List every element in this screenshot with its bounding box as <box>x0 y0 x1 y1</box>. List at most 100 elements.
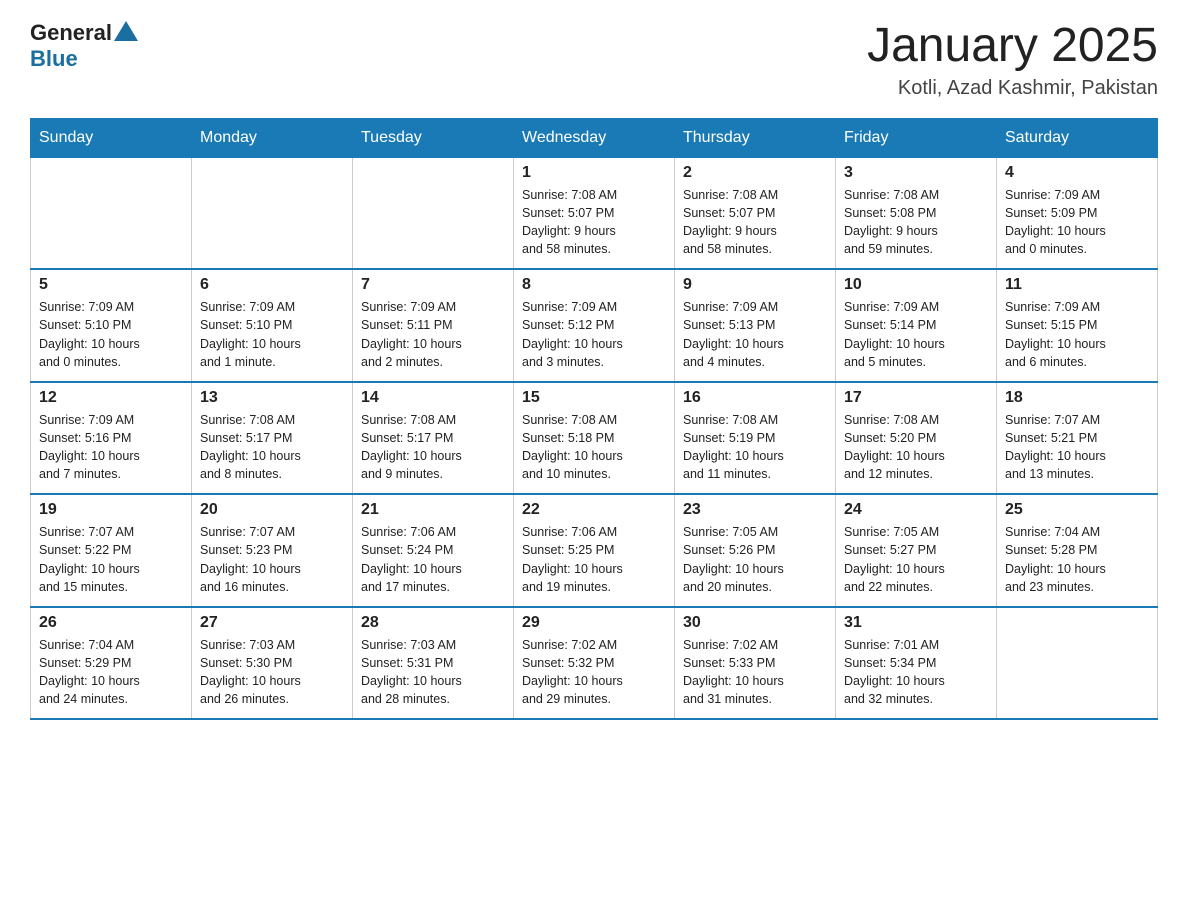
day-info: Sunrise: 7:09 AM Sunset: 5:13 PM Dayligh… <box>683 298 827 371</box>
calendar-cell: 12 Sunrise: 7:09 AM Sunset: 5:16 PM Dayli… <box>31 382 192 495</box>
logo-general-text: General <box>30 20 112 46</box>
weekday-header-row: SundayMondayTuesdayWednesdayThursdayFrid… <box>31 118 1158 157</box>
calendar-cell: 11 Sunrise: 7:09 AM Sunset: 5:15 PM Dayli… <box>997 269 1158 382</box>
calendar-cell <box>31 157 192 269</box>
day-info: Sunrise: 7:09 AM Sunset: 5:10 PM Dayligh… <box>200 298 344 371</box>
day-number: 28 <box>361 614 505 632</box>
day-info: Sunrise: 7:08 AM Sunset: 5:07 PM Dayligh… <box>522 186 666 259</box>
weekday-header-tuesday: Tuesday <box>353 118 514 157</box>
calendar-cell: 29Sunrise: 7:02 AM Sunset: 5:32 PM Dayli… <box>514 607 675 720</box>
calendar-cell <box>997 607 1158 720</box>
day-number: 21 <box>361 501 505 519</box>
day-number: 31 <box>844 614 988 632</box>
day-number: 29 <box>522 614 666 632</box>
day-info: Sunrise: 7:06 AM Sunset: 5:24 PM Dayligh… <box>361 523 505 596</box>
weekday-header-sunday: Sunday <box>31 118 192 157</box>
calendar-cell: 20 Sunrise: 7:07 AM Sunset: 5:23 PM Dayli… <box>192 494 353 607</box>
page-header: General Blue January 2025 Kotli, Azad Ka… <box>30 20 1158 100</box>
day-info: Sunrise: 7:07 AM Sunset: 5:23 PM Dayligh… <box>200 523 344 596</box>
day-number: 2 <box>683 164 827 182</box>
calendar-cell: 7 Sunrise: 7:09 AM Sunset: 5:11 PM Daylig… <box>353 269 514 382</box>
day-info: Sunrise: 7:08 AM Sunset: 5:20 PM Dayligh… <box>844 411 988 484</box>
calendar-cell: 2 Sunrise: 7:08 AM Sunset: 5:07 PM Daylig… <box>675 157 836 269</box>
day-number: 27 <box>200 614 344 632</box>
day-number: 7 <box>361 276 505 294</box>
day-info: Sunrise: 7:05 AM Sunset: 5:27 PM Dayligh… <box>844 523 988 596</box>
day-number: 18 <box>1005 389 1149 407</box>
day-info: Sunrise: 7:08 AM Sunset: 5:07 PM Dayligh… <box>683 186 827 259</box>
day-info: Sunrise: 7:01 AM Sunset: 5:34 PM Dayligh… <box>844 636 988 709</box>
day-info: Sunrise: 7:07 AM Sunset: 5:22 PM Dayligh… <box>39 523 183 596</box>
day-number: 12 <box>39 389 183 407</box>
day-number: 24 <box>844 501 988 519</box>
weekday-header-thursday: Thursday <box>675 118 836 157</box>
calendar-cell: 6 Sunrise: 7:09 AM Sunset: 5:10 PM Daylig… <box>192 269 353 382</box>
calendar-cell: 1 Sunrise: 7:08 AM Sunset: 5:07 PM Daylig… <box>514 157 675 269</box>
calendar-cell: 19Sunrise: 7:07 AM Sunset: 5:22 PM Dayli… <box>31 494 192 607</box>
week-row-5: 26 Sunrise: 7:04 AM Sunset: 5:29 PM Dayli… <box>31 607 1158 720</box>
day-number: 5 <box>39 276 183 294</box>
calendar-cell: 25 Sunrise: 7:04 AM Sunset: 5:28 PM Dayli… <box>997 494 1158 607</box>
day-info: Sunrise: 7:03 AM Sunset: 5:30 PM Dayligh… <box>200 636 344 709</box>
page-title: January 2025 <box>867 20 1158 73</box>
calendar-cell <box>192 157 353 269</box>
logo-blue-text: Blue <box>30 46 78 72</box>
calendar-cell: 30Sunrise: 7:02 AM Sunset: 5:33 PM Dayli… <box>675 607 836 720</box>
logo-triangle-icon <box>114 21 138 41</box>
day-number: 14 <box>361 389 505 407</box>
day-info: Sunrise: 7:09 AM Sunset: 5:16 PM Dayligh… <box>39 411 183 484</box>
calendar-cell: 15 Sunrise: 7:08 AM Sunset: 5:18 PM Dayli… <box>514 382 675 495</box>
day-info: Sunrise: 7:09 AM Sunset: 5:09 PM Dayligh… <box>1005 186 1149 259</box>
calendar-cell: 9 Sunrise: 7:09 AM Sunset: 5:13 PM Daylig… <box>675 269 836 382</box>
day-number: 25 <box>1005 501 1149 519</box>
day-number: 10 <box>844 276 988 294</box>
calendar-cell: 21 Sunrise: 7:06 AM Sunset: 5:24 PM Dayli… <box>353 494 514 607</box>
day-number: 3 <box>844 164 988 182</box>
calendar-cell: 3Sunrise: 7:08 AM Sunset: 5:08 PM Daylig… <box>836 157 997 269</box>
day-number: 1 <box>522 164 666 182</box>
calendar-cell: 18 Sunrise: 7:07 AM Sunset: 5:21 PM Dayli… <box>997 382 1158 495</box>
calendar-cell: 13Sunrise: 7:08 AM Sunset: 5:17 PM Dayli… <box>192 382 353 495</box>
page-subtitle: Kotli, Azad Kashmir, Pakistan <box>867 77 1158 100</box>
day-info: Sunrise: 7:04 AM Sunset: 5:28 PM Dayligh… <box>1005 523 1149 596</box>
calendar-cell: 5Sunrise: 7:09 AM Sunset: 5:10 PM Daylig… <box>31 269 192 382</box>
week-row-3: 12 Sunrise: 7:09 AM Sunset: 5:16 PM Dayli… <box>31 382 1158 495</box>
title-block: January 2025 Kotli, Azad Kashmir, Pakist… <box>867 20 1158 100</box>
calendar-cell <box>353 157 514 269</box>
day-info: Sunrise: 7:09 AM Sunset: 5:15 PM Dayligh… <box>1005 298 1149 371</box>
day-number: 6 <box>200 276 344 294</box>
day-number: 20 <box>200 501 344 519</box>
calendar-cell: 31 Sunrise: 7:01 AM Sunset: 5:34 PM Dayli… <box>836 607 997 720</box>
day-info: Sunrise: 7:05 AM Sunset: 5:26 PM Dayligh… <box>683 523 827 596</box>
day-info: Sunrise: 7:08 AM Sunset: 5:17 PM Dayligh… <box>361 411 505 484</box>
calendar-cell: 4 Sunrise: 7:09 AM Sunset: 5:09 PM Daylig… <box>997 157 1158 269</box>
week-row-1: 1 Sunrise: 7:08 AM Sunset: 5:07 PM Daylig… <box>31 157 1158 269</box>
weekday-header-saturday: Saturday <box>997 118 1158 157</box>
day-info: Sunrise: 7:08 AM Sunset: 5:18 PM Dayligh… <box>522 411 666 484</box>
day-number: 13 <box>200 389 344 407</box>
day-number: 17 <box>844 389 988 407</box>
day-info: Sunrise: 7:09 AM Sunset: 5:11 PM Dayligh… <box>361 298 505 371</box>
weekday-header-wednesday: Wednesday <box>514 118 675 157</box>
day-info: Sunrise: 7:04 AM Sunset: 5:29 PM Dayligh… <box>39 636 183 709</box>
day-number: 26 <box>39 614 183 632</box>
calendar-cell: 8Sunrise: 7:09 AM Sunset: 5:12 PM Daylig… <box>514 269 675 382</box>
day-number: 30 <box>683 614 827 632</box>
day-info: Sunrise: 7:03 AM Sunset: 5:31 PM Dayligh… <box>361 636 505 709</box>
weekday-header-friday: Friday <box>836 118 997 157</box>
day-info: Sunrise: 7:08 AM Sunset: 5:19 PM Dayligh… <box>683 411 827 484</box>
calendar-cell: 22Sunrise: 7:06 AM Sunset: 5:25 PM Dayli… <box>514 494 675 607</box>
day-number: 15 <box>522 389 666 407</box>
day-info: Sunrise: 7:09 AM Sunset: 5:14 PM Dayligh… <box>844 298 988 371</box>
calendar-cell: 14 Sunrise: 7:08 AM Sunset: 5:17 PM Dayli… <box>353 382 514 495</box>
day-info: Sunrise: 7:07 AM Sunset: 5:21 PM Dayligh… <box>1005 411 1149 484</box>
calendar-cell: 16Sunrise: 7:08 AM Sunset: 5:19 PM Dayli… <box>675 382 836 495</box>
calendar-cell: 28 Sunrise: 7:03 AM Sunset: 5:31 PM Dayli… <box>353 607 514 720</box>
day-number: 4 <box>1005 164 1149 182</box>
calendar-cell: 24 Sunrise: 7:05 AM Sunset: 5:27 PM Dayli… <box>836 494 997 607</box>
day-number: 9 <box>683 276 827 294</box>
day-number: 11 <box>1005 276 1149 294</box>
calendar-cell: 26 Sunrise: 7:04 AM Sunset: 5:29 PM Dayli… <box>31 607 192 720</box>
calendar-cell: 23Sunrise: 7:05 AM Sunset: 5:26 PM Dayli… <box>675 494 836 607</box>
calendar-cell: 17 Sunrise: 7:08 AM Sunset: 5:20 PM Dayli… <box>836 382 997 495</box>
